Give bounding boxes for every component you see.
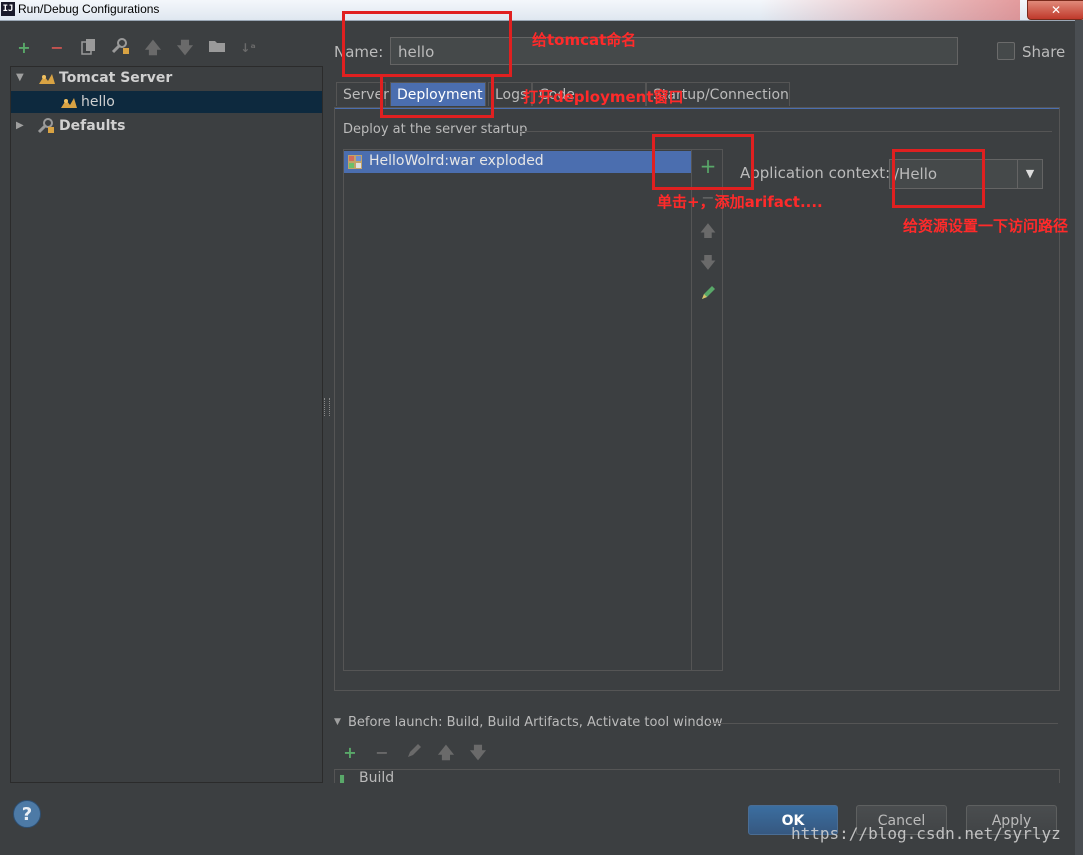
move-down-icon[interactable]: 🡇: [698, 253, 718, 273]
add-icon[interactable]: +: [340, 743, 360, 763]
sort-icon[interactable]: ↓ᵃ: [238, 38, 258, 58]
tree-item-tomcat-server[interactable]: ▼ Tomcat Server: [11, 67, 322, 89]
annotation-tab-note: 打开deployment窗口: [523, 88, 684, 106]
remove-icon[interactable]: −: [372, 743, 392, 763]
tree-item-label: Tomcat Server: [59, 70, 173, 86]
window-edge: [1075, 20, 1083, 855]
copy-icon[interactable]: [79, 38, 99, 58]
tomcat-icon: [60, 95, 78, 109]
tab-server[interactable]: Server: [336, 82, 389, 106]
close-button[interactable]: ✕: [1027, 0, 1083, 20]
tree-item-label: Defaults: [59, 118, 126, 134]
build-icon: ▮: [339, 772, 346, 783]
group-divider: [520, 131, 1052, 132]
edit-icon[interactable]: [404, 743, 424, 763]
edit-defaults-icon[interactable]: [110, 38, 130, 58]
edit-icon[interactable]: [698, 285, 718, 305]
before-launch-label[interactable]: Before launch: Build, Build Artifacts, A…: [348, 715, 723, 730]
tomcat-icon: [38, 71, 56, 85]
before-launch-divider: [708, 723, 1058, 724]
folder-icon[interactable]: [207, 38, 227, 58]
add-icon[interactable]: +: [14, 38, 34, 58]
before-launch-list[interactable]: ▮ Build: [334, 769, 1060, 783]
artifact-label: HelloWolrd:war exploded: [369, 153, 544, 169]
remove-icon[interactable]: −: [47, 38, 67, 58]
expanded-arrow-icon[interactable]: ▼: [16, 67, 24, 89]
annotation-name-note: 给tomcat命名: [532, 31, 637, 49]
annotation-box-deployment-tab: [380, 74, 494, 118]
annotation-box-add-button: [652, 134, 754, 190]
annotation-box-name: [342, 11, 512, 77]
tree-item-defaults[interactable]: ▶ Defaults: [11, 115, 322, 137]
annotation-box-context: [892, 149, 985, 208]
group-title: Deploy at the server startup: [343, 122, 528, 137]
war-icon: [347, 154, 363, 174]
annotation-context-note: 给资源设置一下访问路径: [903, 217, 1069, 235]
configurations-tree[interactable]: ▼ Tomcat Server hello ▶ Defaults: [10, 66, 323, 783]
title-bar: IJ Run/Debug Configurations ✕: [0, 0, 1083, 21]
share-label: Share: [1022, 43, 1066, 61]
artifact-row[interactable]: HelloWolrd:war exploded: [344, 151, 691, 173]
expanded-arrow-icon[interactable]: ▼: [334, 717, 341, 727]
share-checkbox[interactable]: [997, 42, 1015, 60]
move-up-icon[interactable]: 🡅: [436, 743, 456, 763]
move-down-icon[interactable]: 🡇: [468, 743, 488, 763]
dropdown-arrow-icon[interactable]: ▼: [1017, 160, 1042, 188]
annotation-add-note: 单击+，添加arifact....: [657, 193, 823, 211]
artifact-list[interactable]: [343, 149, 692, 671]
context-label: Application context:: [740, 164, 891, 182]
intellij-icon: IJ: [1, 2, 15, 16]
help-button[interactable]: ?: [13, 800, 41, 828]
watermark: https://blog.csdn.net/syrlyz: [791, 824, 1061, 843]
wrench-icon: [37, 118, 55, 134]
move-up-icon[interactable]: 🡅: [698, 221, 718, 241]
tree-item-label: hello: [81, 94, 115, 110]
tree-item-hello[interactable]: hello: [11, 91, 322, 113]
move-up-icon[interactable]: 🡅: [143, 38, 163, 58]
collapsed-arrow-icon[interactable]: ▶: [16, 115, 24, 137]
splitter-handle[interactable]: [324, 398, 330, 416]
title-bar-highlight: [760, 0, 1020, 20]
before-launch-item: Build: [359, 770, 395, 783]
move-down-icon[interactable]: 🡇: [175, 38, 195, 58]
window-title: Run/Debug Configurations: [18, 2, 160, 16]
